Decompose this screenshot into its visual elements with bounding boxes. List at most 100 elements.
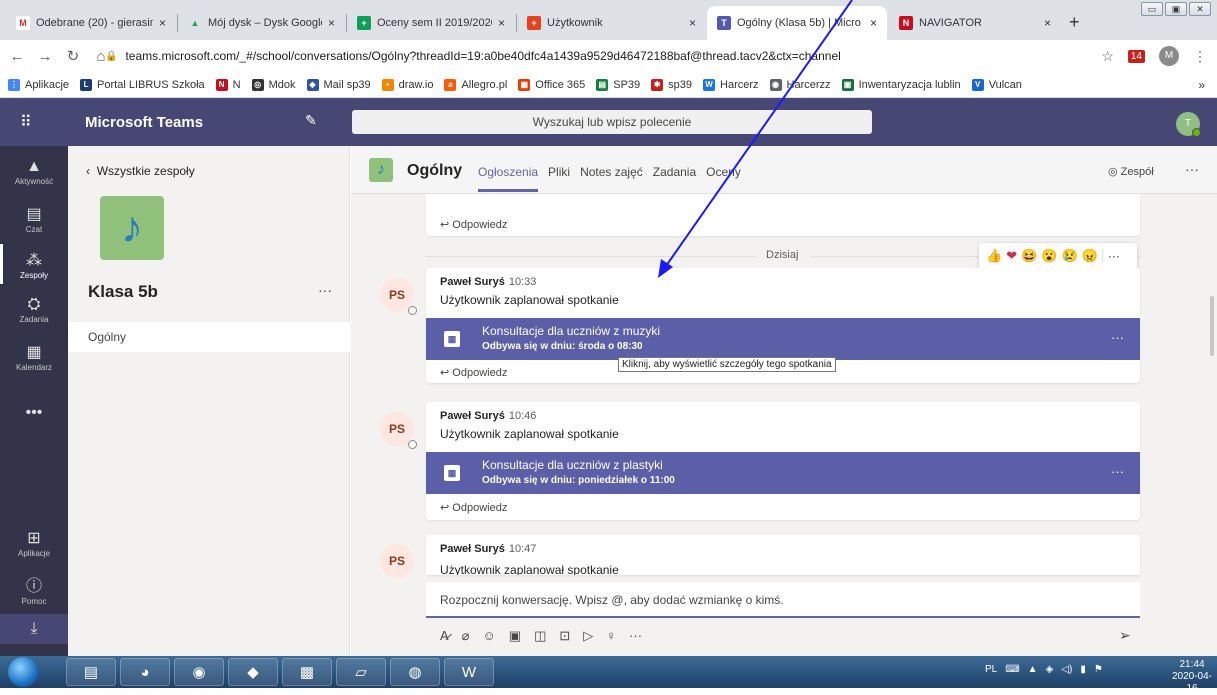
bookmark-item[interactable]: ◉ Harcerzz — [769, 78, 831, 91]
reply-link[interactable]: ↩ Odpowiedz — [440, 218, 507, 231]
bookmark-item[interactable]: V Vulcan — [971, 78, 1022, 91]
rail-item-apps[interactable]: ⊞ Aplikacje — [0, 528, 68, 558]
app-launcher-icon[interactable]: ⠿ — [20, 112, 32, 132]
forward-icon[interactable]: → — [34, 48, 56, 65]
bookmark-item[interactable]: ◎ Mdok — [251, 78, 296, 91]
menu-icon[interactable]: ⋮ — [1193, 48, 1207, 65]
sad-icon[interactable]: 😢 — [1061, 248, 1077, 264]
avatar[interactable]: PS — [380, 412, 417, 449]
meeting-more-icon[interactable]: ··· — [1111, 464, 1124, 479]
close-icon[interactable]: × — [159, 16, 166, 30]
tab-navigator[interactable]: N NAVIGATOR × — [889, 6, 1061, 40]
like-icon[interactable]: 👍 — [986, 248, 1002, 264]
bookmark-item[interactable]: W Harcerz — [703, 78, 759, 91]
bookmark-item[interactable]: ▤ SP39 — [596, 78, 640, 91]
user-avatar[interactable]: T — [1176, 112, 1201, 137]
network-tray-icon[interactable]: ◈ — [1046, 664, 1054, 675]
tab-teams-active[interactable]: T Ogólny (Klasa 5b) | Micro × — [707, 6, 887, 40]
start-button[interactable] — [8, 657, 38, 687]
send-icon[interactable]: ➢ — [1119, 627, 1131, 644]
gif-icon[interactable]: ▣ — [509, 628, 521, 644]
search-input[interactable]: Wyszukaj lub wpisz polecenie — [352, 110, 872, 134]
maximize-icon[interactable]: ▣ — [1165, 2, 1187, 16]
profile-avatar[interactable]: M — [1159, 46, 1179, 66]
more-bookmarks-icon[interactable]: » — [1198, 78, 1205, 92]
tray-up-icon[interactable]: ▲ — [1028, 664, 1038, 675]
attach-icon[interactable]: ⌀ — [462, 628, 470, 644]
close-icon[interactable]: × — [1044, 16, 1051, 30]
avatar[interactable]: PS — [380, 278, 417, 315]
reply-link[interactable]: ↩ Odpowiedz — [440, 366, 507, 379]
inkscape-icon[interactable]: ◆ — [228, 658, 278, 686]
new-tab-button[interactable]: + — [1069, 12, 1080, 33]
team-more-icon[interactable]: ··· — [318, 282, 332, 298]
minimize-icon[interactable]: ▭ — [1141, 2, 1163, 16]
star-icon[interactable]: ☆ — [1101, 48, 1114, 65]
rail-item-help[interactable]: ⓘ Pomoc — [0, 572, 68, 606]
avatar[interactable]: PS — [380, 544, 414, 578]
tab-posts[interactable]: Ogłoszenia — [478, 165, 539, 192]
rail-item-assignments[interactable]: ⛭ Zadania — [0, 296, 68, 324]
scrollbar[interactable] — [1210, 296, 1214, 356]
laugh-icon[interactable]: 😆 — [1021, 248, 1037, 264]
url-bar[interactable]: 🔒 teams.microsoft.com/_#/school/conversa… — [105, 44, 1135, 68]
signal-icon[interactable]: ▮ — [1080, 664, 1086, 675]
word-icon[interactable]: W — [444, 658, 494, 686]
tab-assignments[interactable]: Zadania — [653, 165, 696, 179]
new-chat-icon[interactable]: ✎ — [305, 112, 317, 129]
tab-uzytkownik[interactable]: + Użytkownik × — [517, 6, 706, 40]
stream-icon[interactable]: ▷ — [583, 628, 593, 644]
reload-icon[interactable]: ↻ — [62, 47, 84, 65]
praise-icon[interactable]: ♀ — [606, 628, 616, 644]
firefox-icon[interactable]: ◉ — [174, 658, 224, 686]
more-options-icon[interactable]: ··· — [1101, 249, 1120, 263]
rail-item-calendar[interactable]: ▦ Kalendarz — [0, 342, 68, 372]
rail-item-teams[interactable]: ⁂ Zespoły — [0, 244, 68, 284]
close-window-icon[interactable]: ✕ — [1189, 2, 1211, 16]
all-teams-link[interactable]: ‹ Wszystkie zespoły — [86, 164, 195, 178]
extension-icon[interactable]: 14 — [1127, 49, 1145, 63]
tab-gmail[interactable]: M Odebrane (20) - gierasim × — [6, 6, 176, 40]
bookmark-item[interactable]: ▪ draw.io — [381, 78, 433, 91]
tab-files[interactable]: Pliki — [548, 165, 570, 179]
meeting-card[interactable]: ▦ Konsultacje dla uczniów z muzyki Odbyw… — [426, 318, 1140, 360]
rail-item-activity[interactable]: ▲ Aktywność — [0, 158, 68, 186]
heart-icon[interactable]: ❤ — [1006, 248, 1017, 264]
close-icon[interactable]: × — [498, 16, 505, 30]
rail-item-more[interactable]: ••• — [0, 404, 68, 423]
angry-icon[interactable]: 😠 — [1082, 248, 1098, 264]
folder-icon[interactable]: ▱ — [336, 658, 386, 686]
bookmark-item[interactable]: ✱ sp39 — [651, 78, 692, 91]
bookmark-item[interactable]: ▣ Inwentaryzacja lublin — [841, 78, 961, 91]
more-icon[interactable]: ··· — [629, 628, 642, 644]
tab-drive[interactable]: ▲ Mój dysk – Dysk Google × — [178, 6, 345, 40]
download-app-button[interactable]: ⤓ — [0, 614, 68, 644]
bookmark-item[interactable]: ◆ Mail sp39 — [306, 78, 371, 91]
explorer-icon[interactable]: ▤ — [66, 658, 116, 686]
reply-link[interactable]: ↩ Odpowiedz — [440, 501, 507, 514]
format-icon[interactable]: A̷ — [440, 628, 449, 644]
network-icon[interactable]: ▩ — [282, 658, 332, 686]
header-more-icon[interactable]: ··· — [1185, 161, 1199, 177]
sticker-icon[interactable]: ◫ — [534, 628, 546, 644]
keyboard-icon[interactable]: ⌨ — [1005, 664, 1019, 675]
tab-sheets[interactable]: + Oceny sem II 2019/2020 × — [347, 6, 515, 40]
bookmark-item[interactable]: a Allegro.pl — [444, 78, 507, 91]
team-button[interactable]: ◎ Zespół — [1108, 165, 1154, 178]
close-icon[interactable]: × — [328, 16, 335, 30]
tab-notebook[interactable]: Notes zajęć — [580, 165, 643, 179]
hp-icon[interactable]: ◍ — [390, 658, 440, 686]
meeting-card[interactable]: ▦ Konsultacje dla uczniów z plastyki Odb… — [426, 452, 1140, 494]
meet-now-icon[interactable]: ⊡ — [559, 628, 570, 644]
volume-icon[interactable]: ◁) — [1061, 664, 1072, 675]
rail-item-chat[interactable]: ▤ Czat — [0, 204, 68, 234]
bookmark-item[interactable]: L Portal LIBRUS Szkoła — [80, 78, 205, 91]
chrome-icon[interactable]: ◕ — [120, 658, 170, 686]
compose-input[interactable]: Rozpocznij konwersację. Wpisz @, aby dod… — [426, 582, 1140, 618]
emoji-icon[interactable]: ☺ — [483, 628, 496, 644]
meeting-more-icon[interactable]: ··· — [1111, 330, 1124, 345]
bookmark-item[interactable]: ⋮ Aplikacje — [8, 78, 69, 91]
bookmark-item[interactable]: ▦ Office 365 — [518, 78, 585, 91]
flag-icon[interactable]: ⚑ — [1094, 664, 1103, 675]
back-icon[interactable]: ← — [6, 48, 28, 65]
